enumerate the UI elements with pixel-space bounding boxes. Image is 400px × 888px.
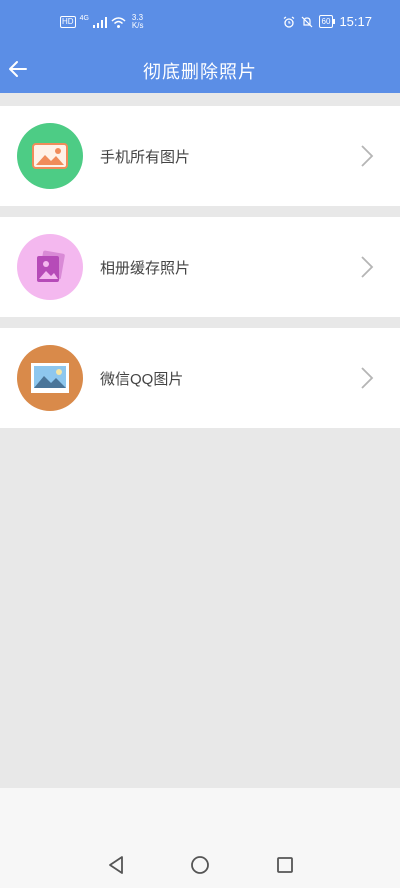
item-label: 微信QQ图片 [100,371,184,388]
chevron-right-icon [361,367,374,389]
navigation-bar [0,788,400,888]
speed-unit: K/s [131,21,144,30]
hd-badge: HD [60,16,76,28]
square-recent-icon[interactable] [273,853,297,877]
list-item-wechat-qq-photos[interactable]: 微信QQ图片 [0,328,400,428]
status-right: 60 15:17 [283,14,372,29]
title-bar: 彻底删除照片 [0,48,400,93]
chevron-right-icon [361,145,374,167]
network-speed: 3.3 K/s [132,14,144,30]
wechat-qq-photo-icon [17,345,83,411]
header: HD 4G 3.3 K/s 60 15:17 彻底删除照片 [0,0,400,93]
screen: HD 4G 3.3 K/s 60 15:17 彻底删除照片 手机所有图片 相册缓… [0,0,400,888]
wifi-icon [111,16,126,28]
network-type: 4G [79,14,89,22]
chevron-right-icon [361,256,374,278]
page-title: 彻底删除照片 [143,62,257,82]
status-bar: HD 4G 3.3 K/s 60 15:17 [0,0,400,48]
item-label: 相册缓存照片 [100,260,191,277]
signal-icon [92,16,107,28]
clock: 15:17 [339,14,372,29]
status-left: HD 4G 3.3 K/s [60,14,143,30]
battery-indicator: 60 [318,15,336,28]
item-label: 手机所有图片 [100,149,191,166]
list-item-album-cache[interactable]: 相册缓存照片 [0,217,400,317]
album-cache-icon [17,234,83,300]
triangle-back-icon[interactable] [104,853,128,877]
phone-photos-icon [17,123,83,189]
mute-bell-icon [301,16,312,27]
list-item-phone-photos[interactable]: 手机所有图片 [0,106,400,206]
alarm-icon [283,16,294,28]
circle-home-icon[interactable] [188,853,212,877]
